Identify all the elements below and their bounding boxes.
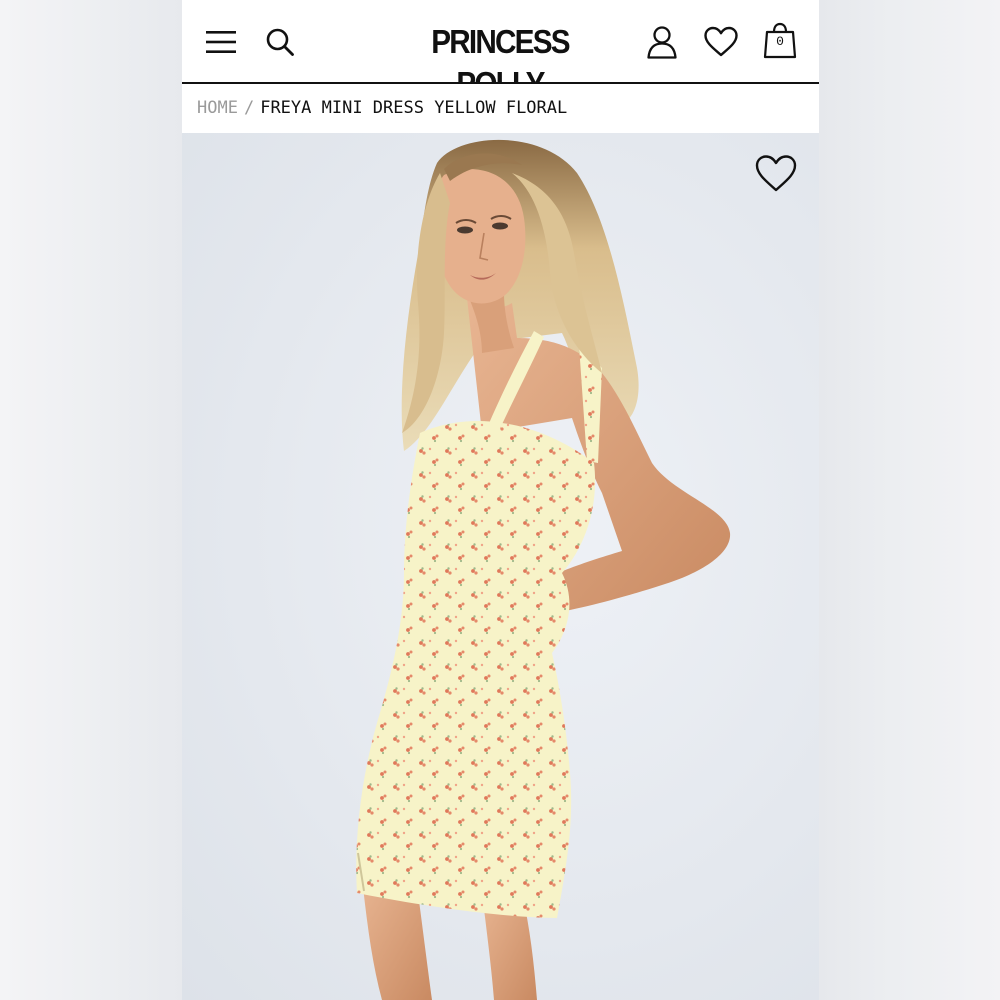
favorite-button[interactable] [754, 154, 798, 194]
site-header: PRINCESS POLLY 0 [182, 0, 819, 102]
search-icon [266, 28, 294, 56]
mobile-screen: PRINCESS POLLY 0 HOME/FREYA MINI DRESS Y… [182, 0, 819, 1000]
user-icon [647, 26, 677, 59]
breadcrumb-separator: / [243, 98, 255, 118]
heart-icon [704, 26, 738, 57]
search-button[interactable] [260, 22, 300, 62]
wishlist-button[interactable] [701, 22, 741, 62]
model-photo [356, 139, 731, 1000]
product-image[interactable] [182, 133, 819, 1000]
bag-button[interactable]: 0 [760, 22, 800, 62]
heart-icon [755, 155, 797, 192]
backdrop-left [0, 0, 182, 1000]
bag-count: 0 [776, 34, 784, 49]
menu-button[interactable] [201, 22, 241, 62]
breadcrumb-current-page: FREYA MINI DRESS YELLOW FLORAL [260, 98, 568, 118]
breadcrumb: HOME / FREYA MINI DRESS YELLOW FLORAL [182, 84, 819, 133]
breadcrumb-home-link[interactable]: HOME [197, 98, 238, 118]
account-button[interactable] [642, 22, 682, 62]
backdrop-right [819, 0, 1000, 1000]
menu-icon [206, 31, 236, 53]
